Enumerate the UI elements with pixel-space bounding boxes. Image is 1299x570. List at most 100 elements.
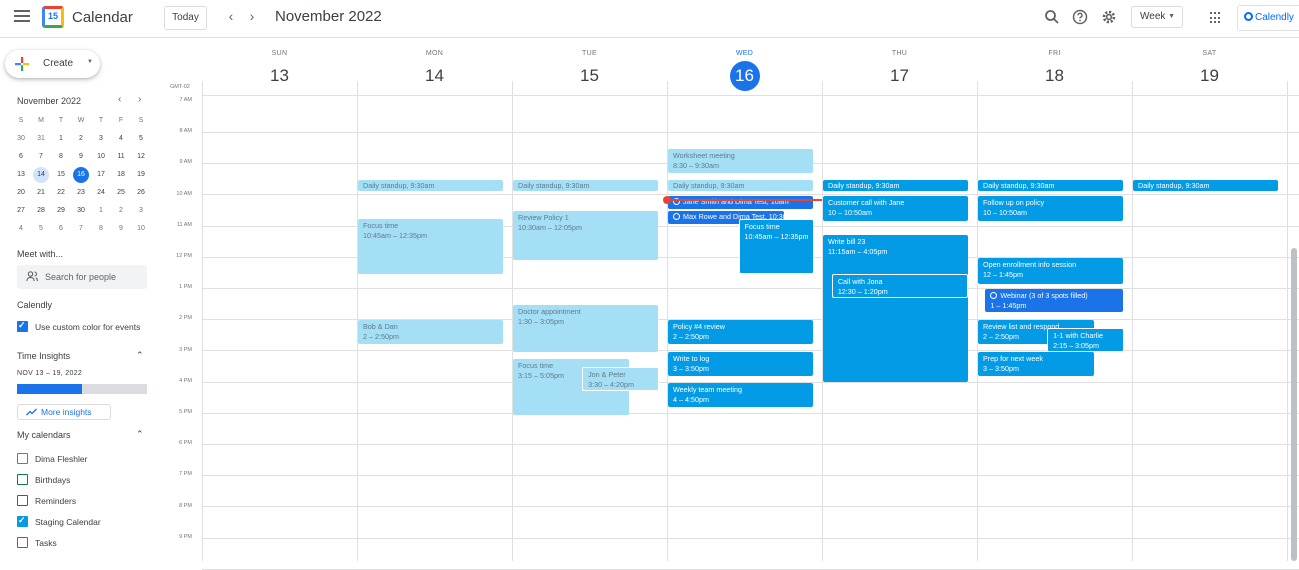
calendar-item[interactable]: Birthdays (17, 474, 70, 488)
calendar-event[interactable]: Policy #4 review 2 – 2:50pm (668, 320, 813, 345)
chevron-up-icon[interactable]: ⌃ (136, 350, 144, 361)
mini-day[interactable]: 22 (51, 184, 71, 202)
mini-day[interactable]: 31 (31, 130, 51, 148)
mini-day[interactable]: 10 (91, 148, 111, 166)
mini-day[interactable]: 1 (91, 202, 111, 220)
calendar-event[interactable]: Webinar (3 of 3 spots filled) 1 – 1:45pm (985, 289, 1124, 312)
mini-day[interactable]: 12 (131, 148, 151, 166)
mini-day[interactable]: 2 (71, 130, 91, 148)
calendar-event[interactable]: Bob & Dan 2 – 2:50pm (358, 320, 503, 345)
mini-day[interactable]: 23 (71, 184, 91, 202)
apps-grid-icon[interactable] (1210, 12, 1222, 24)
calendar-event[interactable]: Call with Jona 12:30 – 1:20pm (831, 273, 969, 298)
calendar-event[interactable]: Open enrollment info session 12 – 1:45pm (978, 258, 1123, 284)
mini-day[interactable]: 30 (11, 130, 31, 148)
calendar-event[interactable]: Review Policy 1 10:30am – 12:05pm (513, 211, 658, 261)
custom-color-checkbox[interactable] (17, 319, 28, 332)
view-selector[interactable]: Week ▼ (1131, 6, 1183, 28)
mini-day[interactable]: 9 (71, 148, 91, 166)
calendly-extension-button[interactable]: Calendly (1237, 5, 1299, 31)
chevron-up-icon[interactable]: ⌃ (136, 429, 144, 440)
calendar-event[interactable]: Daily standup, 9:30am (668, 180, 813, 192)
calendar-item[interactable]: Dima Fleshler (17, 453, 87, 467)
calendar-item[interactable]: Reminders (17, 495, 76, 509)
mini-day[interactable]: 20 (11, 184, 31, 202)
calendar-item[interactable]: Tasks (17, 537, 57, 551)
calendar-event[interactable]: Daily standup, 9:30am (978, 180, 1123, 192)
calendar-event[interactable]: Write to log 3 – 3:50pm (668, 351, 813, 376)
day-number-button[interactable]: 14 (420, 61, 450, 91)
search-people-input[interactable]: Search for people (17, 265, 147, 289)
calendar-checkbox[interactable] (17, 537, 28, 548)
mini-day[interactable]: 25 (111, 184, 131, 202)
mini-day[interactable]: 3 (91, 130, 111, 148)
calendar-event[interactable]: Daily standup, 9:30am (513, 180, 658, 192)
help-icon[interactable] (1072, 9, 1088, 25)
mini-day[interactable]: 15 (51, 166, 71, 184)
mini-day[interactable]: 6 (11, 148, 31, 166)
mini-day[interactable]: 5 (31, 220, 51, 238)
mini-day[interactable]: 13 (11, 166, 31, 184)
mini-day[interactable]: 30 (71, 202, 91, 220)
mini-day[interactable]: 14 (33, 167, 49, 183)
calendar-checkbox[interactable] (17, 514, 28, 527)
calendar-checkbox[interactable] (17, 474, 28, 485)
mini-prev-month-icon[interactable]: ‹ (118, 94, 121, 105)
calendar-event[interactable]: Daily standup, 9:30am (358, 180, 503, 192)
calendar-event[interactable]: Write bill 23 11:15am – 4:05pm (823, 234, 968, 382)
mini-day[interactable]: 2 (111, 202, 131, 220)
calendar-event[interactable]: Customer call with Jane 10 – 10:50am (823, 195, 968, 222)
calendar-event[interactable]: Daily standup, 9:30am (823, 180, 968, 192)
mini-day[interactable]: 4 (11, 220, 31, 238)
calendar-checkbox[interactable] (17, 453, 28, 464)
mini-day[interactable]: 8 (91, 220, 111, 238)
calendar-event[interactable]: Daily standup, 9:30am (1133, 180, 1278, 192)
calendar-event[interactable]: Jane Smith and Dima Test, 10am (668, 195, 813, 209)
day-number-button[interactable]: 18 (1040, 61, 1070, 91)
day-number-button[interactable]: 16 (729, 61, 760, 91)
mini-day[interactable]: 10 (131, 220, 151, 238)
mini-day[interactable]: 18 (111, 166, 131, 184)
calendar-event[interactable]: Jon & Peter 3:30 – 4:20pm (582, 367, 659, 392)
calendar-checkbox[interactable] (17, 495, 28, 506)
mini-day[interactable]: 5 (131, 130, 151, 148)
mini-day[interactable]: 26 (131, 184, 151, 202)
mini-day[interactable]: 3 (131, 202, 151, 220)
mini-day[interactable]: 1 (51, 130, 71, 148)
calendar-event[interactable]: Focus time 10:45am – 12:35pm (358, 219, 503, 275)
mini-day[interactable]: 7 (31, 148, 51, 166)
mini-day[interactable]: 4 (111, 130, 131, 148)
mini-day[interactable]: 27 (11, 202, 31, 220)
mini-day[interactable]: 9 (111, 220, 131, 238)
day-number-button[interactable]: 17 (885, 61, 915, 91)
calendar-event[interactable]: Follow up on policy 10 – 10:50am (978, 195, 1123, 222)
calendar-item[interactable]: Staging Calendar (17, 514, 101, 530)
mini-day[interactable]: 19 (131, 166, 151, 184)
mini-day[interactable]: 8 (51, 148, 71, 166)
day-number-button[interactable]: 19 (1195, 61, 1225, 91)
main-menu-icon[interactable] (14, 10, 30, 24)
create-button[interactable]: Create ▼ (5, 50, 100, 78)
mini-day[interactable]: 6 (51, 220, 71, 238)
search-icon[interactable] (1044, 9, 1060, 25)
more-insights-button[interactable]: More insights (17, 404, 111, 420)
calendar-event[interactable]: Weekly team meeting 4 – 4:50pm (668, 382, 813, 407)
mini-day[interactable]: 17 (91, 166, 111, 184)
calendar-event[interactable]: Focus time 10:45am – 12:35pm (738, 219, 814, 275)
mini-day[interactable]: 11 (111, 148, 131, 166)
calendar-event[interactable]: Doctor appointment 1:30 – 3:05pm (513, 304, 658, 353)
mini-day[interactable]: 7 (71, 220, 91, 238)
day-number-button[interactable]: 13 (265, 61, 295, 91)
chevron-right-icon[interactable]: › (245, 8, 259, 24)
today-button[interactable]: Today (164, 6, 207, 30)
mini-day[interactable]: 16 (73, 167, 89, 183)
settings-icon[interactable] (1101, 9, 1117, 25)
calendar-event[interactable]: 1-1 with Charlie 2:15 – 3:05pm (1047, 328, 1124, 353)
calendar-event[interactable]: Worksheet meeting 8:30 – 9:30am (668, 148, 813, 173)
mini-next-month-icon[interactable]: › (138, 94, 141, 105)
calendar-event[interactable]: Prep for next week 3 – 3:50pm (978, 351, 1094, 376)
mini-day[interactable]: 24 (91, 184, 111, 202)
chevron-left-icon[interactable]: ‹ (224, 8, 238, 24)
mini-day[interactable]: 28 (31, 202, 51, 220)
custom-color-checkbox-row[interactable]: Use custom color for events (17, 319, 140, 335)
